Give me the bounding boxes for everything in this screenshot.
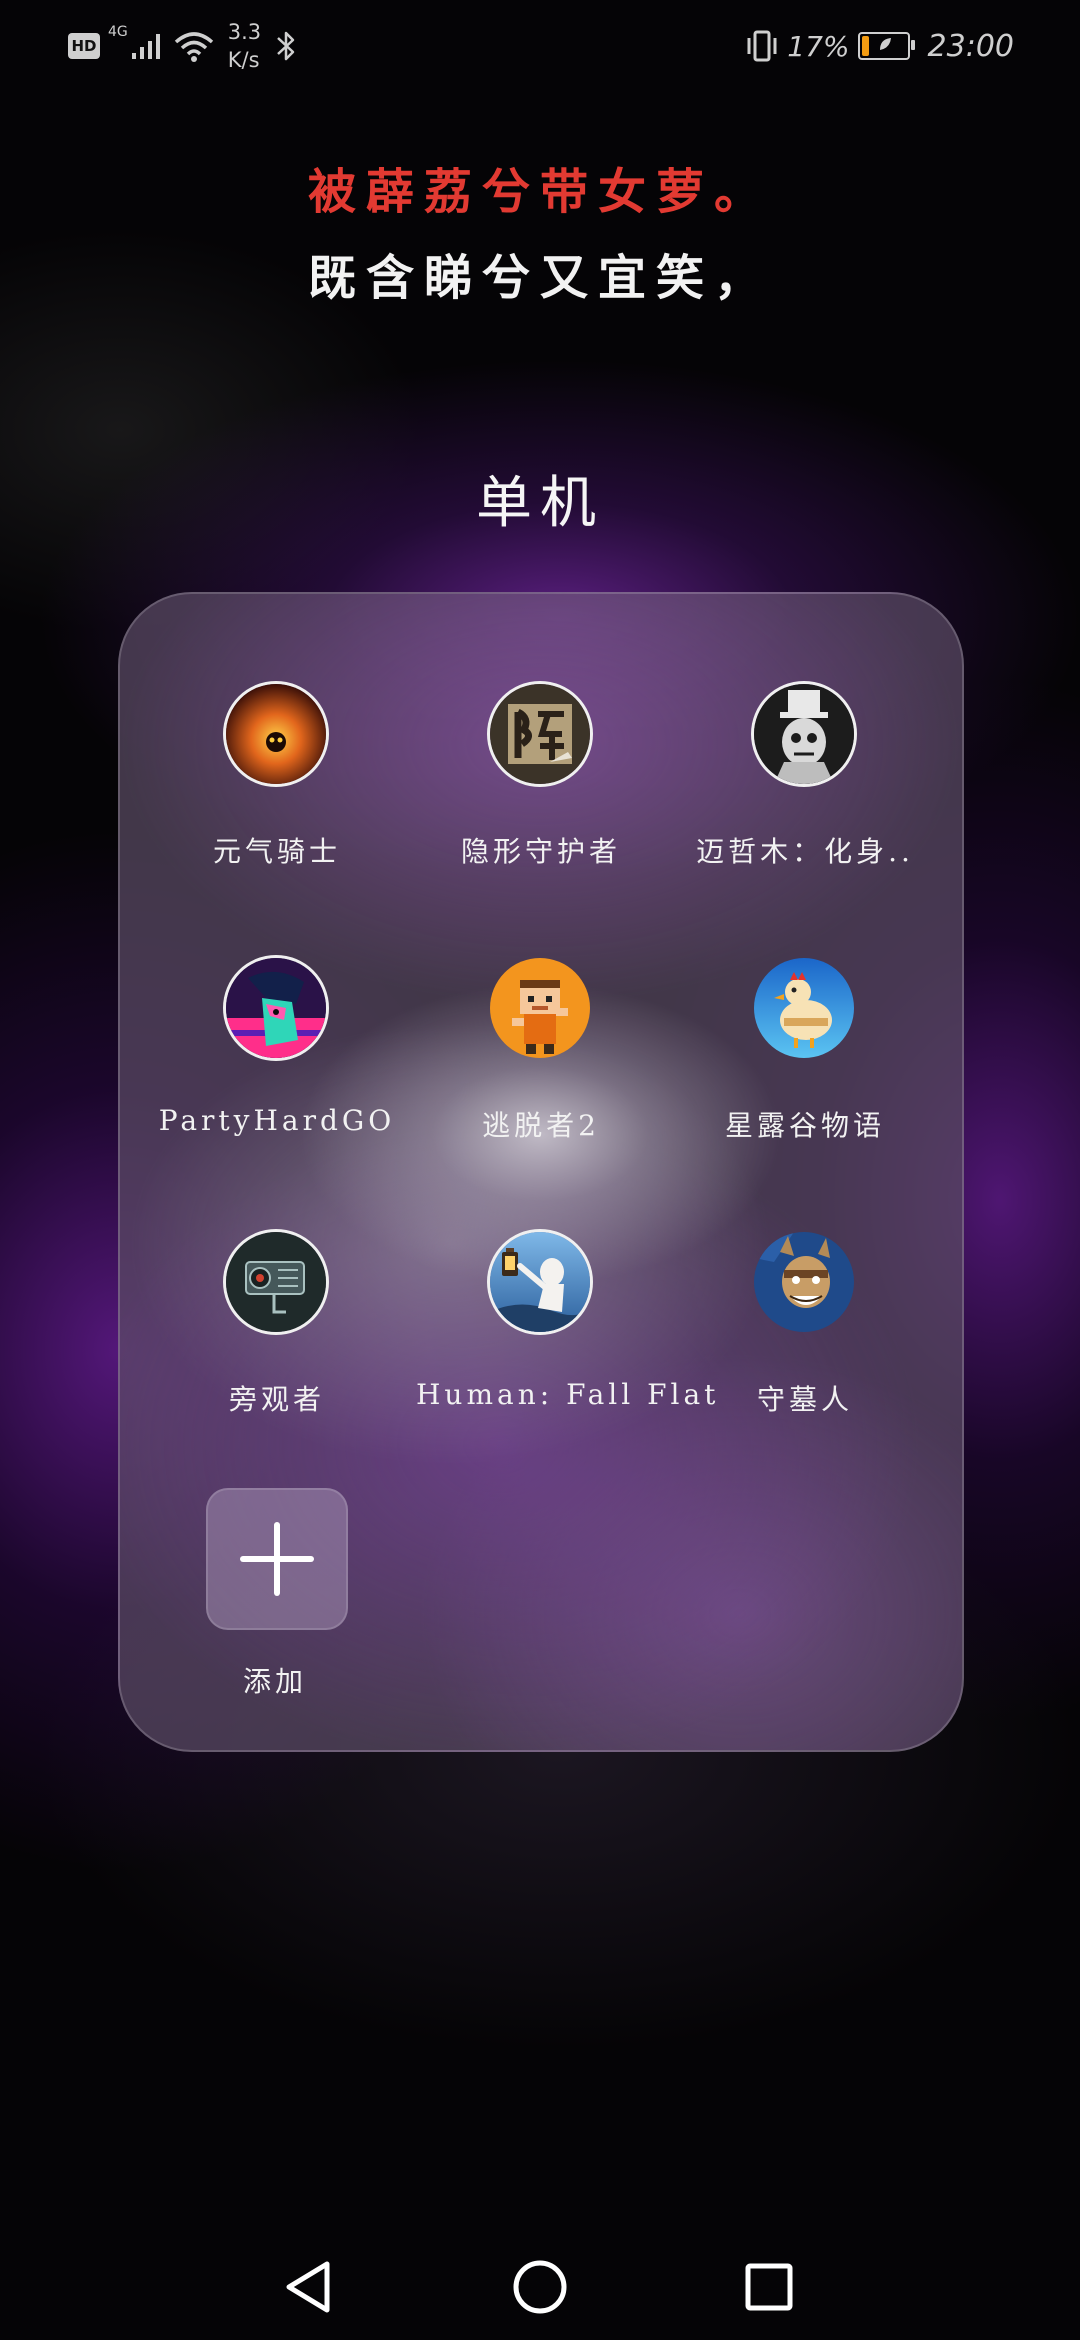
- app-label: Human: Fall Flat: [416, 1378, 720, 1411]
- hd-badge: HD: [68, 33, 100, 59]
- status-bar-left: HD 4G 3.3 K/s: [68, 16, 297, 76]
- vibrate-icon: [747, 30, 777, 62]
- app-label: PartyHardGO: [158, 1104, 396, 1137]
- clock: 23:00: [927, 28, 1014, 64]
- recent-apps-button[interactable]: [734, 2252, 804, 2322]
- app-party-hard-go[interactable]: PartyHardGO: [159, 958, 392, 1168]
- network-speed-value: 3.3: [227, 20, 262, 44]
- navigation-bar: [0, 2230, 1080, 2340]
- app-stardew-valley[interactable]: 星露谷物语: [690, 958, 920, 1168]
- home-button[interactable]: [505, 2252, 575, 2322]
- plus-icon: [240, 1522, 314, 1596]
- app-label: 旁观者: [228, 1383, 325, 1416]
- back-icon: [286, 2261, 330, 2313]
- app-graveyard-keeper[interactable]: 守墓人: [690, 1232, 920, 1442]
- folder-title[interactable]: 单机: [0, 458, 1080, 539]
- invisible-guardian-icon: [490, 684, 590, 784]
- app-label: 隐形守护者: [460, 835, 621, 868]
- app-human-fall-flat[interactable]: Human: Fall Flat: [416, 1232, 715, 1442]
- party-hard-go-icon: [226, 958, 326, 1058]
- app-soul-knight[interactable]: 元气骑士: [162, 684, 392, 894]
- app-folder: 元气骑士 隐形守护者 迈哲木：化身.. PartyHardGO 逃脱者2 星露谷…: [118, 592, 964, 1752]
- app-label: 逃脱者2: [482, 1109, 600, 1142]
- app-invisible-guardian[interactable]: 隐形守护者: [426, 684, 656, 894]
- back-button[interactable]: [274, 2252, 344, 2322]
- soul-knight-icon: [226, 684, 326, 784]
- home-icon: [513, 2260, 567, 2314]
- app-label: 元气骑士: [212, 835, 341, 868]
- app-escapists-2[interactable]: 逃脱者2: [426, 958, 656, 1168]
- battery-percent: 17%: [787, 29, 850, 63]
- app-beholder[interactable]: 旁观者: [162, 1232, 392, 1442]
- wifi-icon: [174, 32, 213, 62]
- network-type: 4G: [108, 24, 128, 40]
- network-speed-unit: K/s: [227, 48, 260, 72]
- poem-line-1: 被薜荔兮带女萝。: [307, 164, 772, 220]
- poem-line-2: 既含睇兮又宜笑，: [307, 250, 772, 306]
- recent-apps-icon: [745, 2263, 793, 2311]
- add-app-button[interactable]: [206, 1488, 348, 1630]
- graveyard-keeper-icon: [754, 1232, 854, 1332]
- add-app-label: 添加: [242, 1665, 307, 1698]
- stardew-valley-icon: [754, 958, 854, 1058]
- battery-icon: [857, 32, 915, 60]
- status-bar: HD 4G 3.3 K/s 17% 23:00: [0, 0, 1080, 90]
- maze-mu-icon: [754, 684, 854, 784]
- app-label: 迈哲木：化身..: [696, 835, 914, 868]
- app-label: 星露谷物语: [724, 1109, 885, 1142]
- network-speed: 3.3 K/s: [228, 18, 261, 74]
- app-label: 守墓人: [756, 1383, 853, 1416]
- status-bar-right: 17% 23:00: [745, 24, 1014, 68]
- app-maze-mu[interactable]: 迈哲木：化身..: [690, 684, 920, 894]
- battery-fill: [861, 36, 869, 56]
- human-fall-flat-icon: [490, 1232, 590, 1332]
- bluetooth-icon: [277, 31, 295, 61]
- leaf-icon: [879, 38, 891, 50]
- escapists-2-icon: [490, 958, 590, 1058]
- beholder-icon: [226, 1232, 326, 1332]
- signal-icon: [131, 34, 160, 59]
